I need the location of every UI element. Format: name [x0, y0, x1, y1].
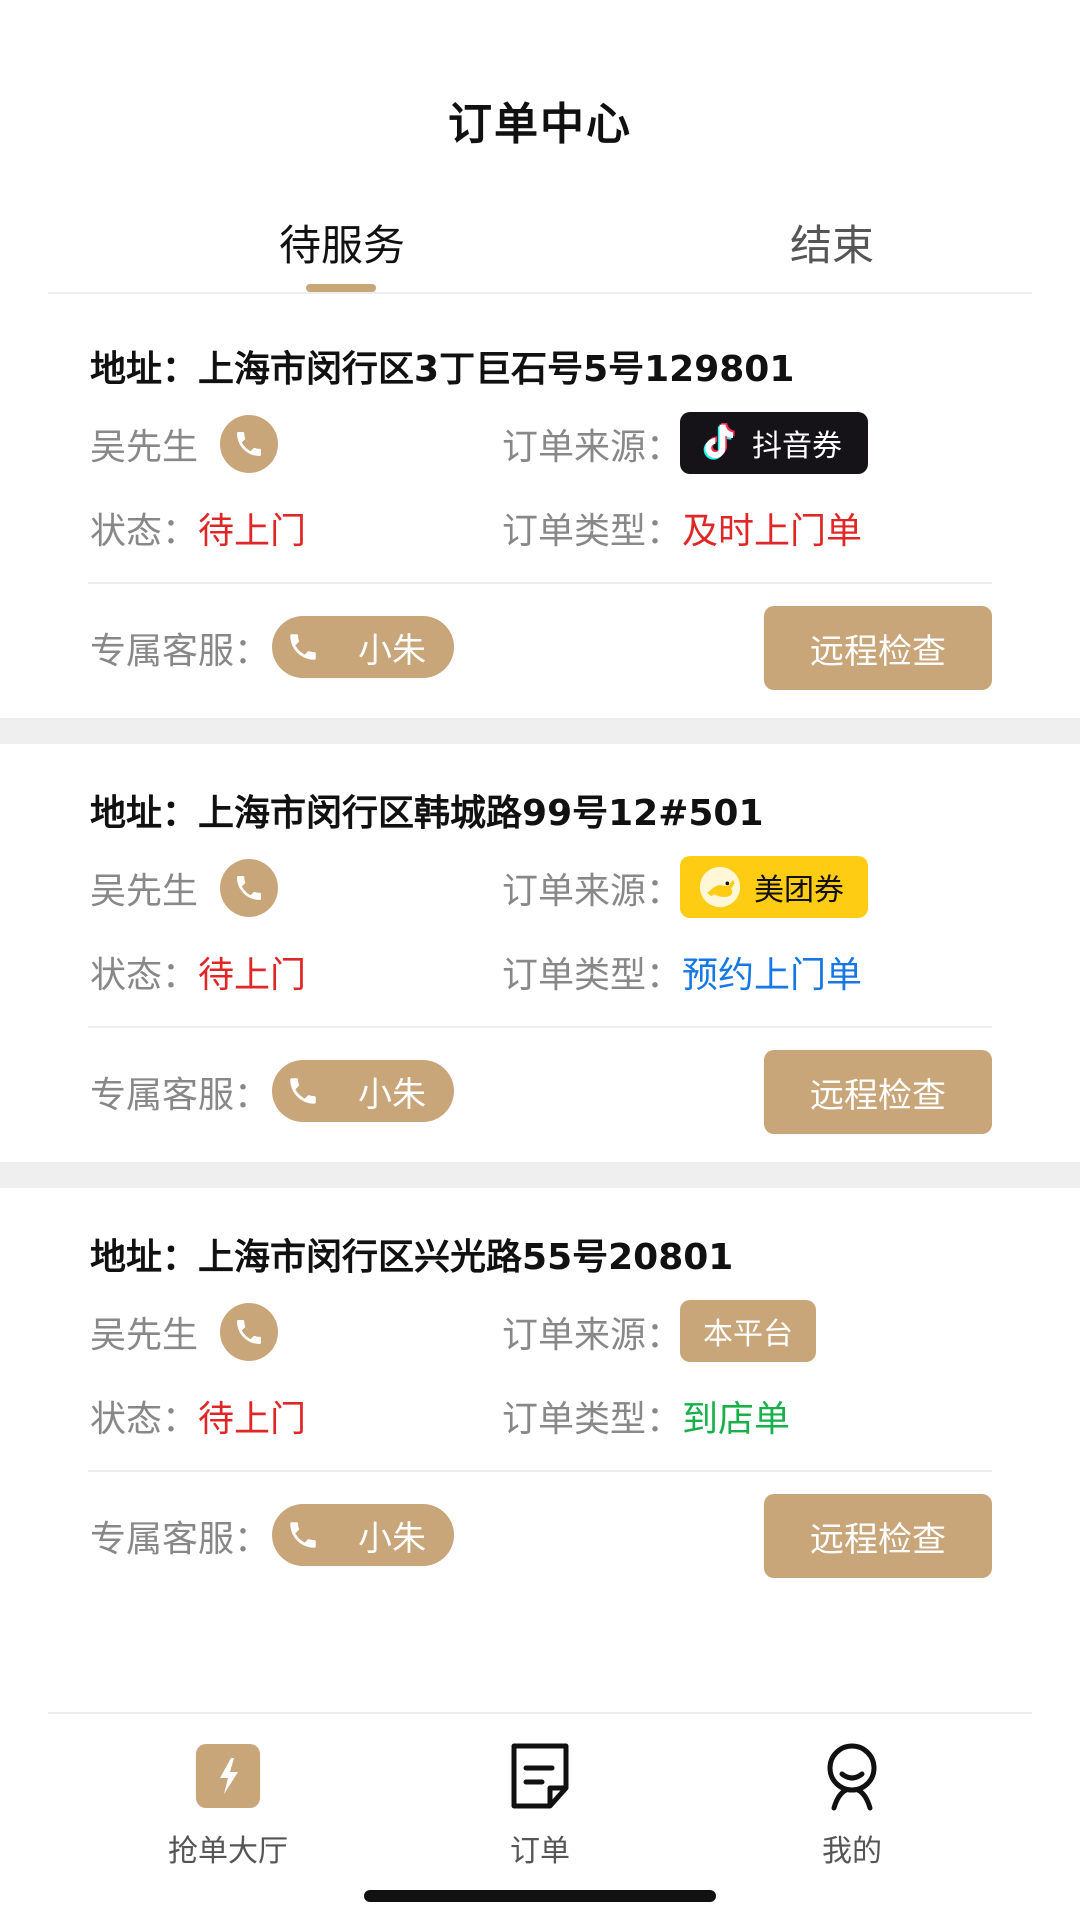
tab-pending[interactable]: 待服务 [192, 212, 492, 273]
source-name: 本平台 [703, 1317, 793, 1352]
type-row: 订单类型：预约上门单 [502, 946, 862, 998]
lightning-icon [196, 1744, 260, 1808]
address-value: 上海市闵行区3丁巨石号5号129801 [198, 349, 795, 390]
address-value: 上海市闵行区韩城路99号12#501 [198, 793, 764, 834]
phone-icon [237, 876, 261, 900]
douyin-logo-icon [703, 423, 735, 460]
status-row: 状态：待上门 [90, 502, 306, 554]
source-label: 订单来源： [502, 871, 683, 912]
customer-name: 吴先生 [90, 427, 199, 468]
phone-icon [290, 634, 316, 660]
type-row: 订单类型：到店单 [502, 1390, 790, 1442]
phone-icon [290, 1078, 316, 1104]
order-document-icon [511, 1743, 569, 1809]
order-address: 地址：上海市闵行区3丁巨石号5号129801 [90, 340, 794, 392]
call-cs-button[interactable]: 小朱 [272, 1504, 454, 1566]
status-value: 待上门 [198, 511, 307, 552]
source-label: 订单来源： [502, 427, 683, 468]
address-value: 上海市闵行区兴光路55号20801 [198, 1237, 734, 1278]
status-value: 待上门 [198, 955, 307, 996]
profile-icon [827, 1743, 877, 1811]
cs-name: 小朱 [358, 1074, 426, 1115]
home-indicator[interactable] [364, 1890, 716, 1902]
call-customer-button[interactable] [220, 415, 278, 473]
call-customer-button[interactable] [220, 859, 278, 917]
remote-check-button[interactable]: 远程检查 [764, 1050, 992, 1134]
cs-label: 专属客服： [90, 631, 271, 672]
status-label: 状态： [90, 511, 199, 552]
address-label: 地址： [90, 1237, 199, 1278]
tab-finished[interactable]: 结束 [682, 212, 982, 273]
status-label: 状态： [90, 955, 199, 996]
cs-label: 专属客服： [90, 1519, 271, 1560]
address-label: 地址： [90, 793, 199, 834]
call-cs-button[interactable]: 小朱 [272, 1060, 454, 1122]
nav-label: 抢单大厅 [168, 1834, 288, 1869]
nav-item-orders[interactable]: 订单 [440, 1740, 640, 1870]
customer-name: 吴先生 [90, 871, 199, 912]
bottom-nav-divider [48, 1712, 1032, 1714]
order-tabs: 待服务 结束 [48, 200, 1032, 294]
status-label: 状态： [90, 1399, 199, 1440]
order-card: 地址：上海市闵行区韩城路99号12#501 吴先生 订单来源： 美团券 状态：待… [0, 744, 1080, 1152]
address-label: 地址： [90, 349, 199, 390]
source-label: 订单来源： [502, 1315, 683, 1356]
type-label: 订单类型： [502, 511, 683, 552]
card-gap [0, 1162, 1080, 1188]
status-row: 状态：待上门 [90, 1390, 306, 1442]
nav-label: 订单 [510, 1834, 570, 1869]
status-row: 状态：待上门 [90, 946, 306, 998]
source-badge-meituan: 美团券 [680, 856, 868, 918]
order-card: 地址：上海市闵行区兴光路55号20801 吴先生 订单来源： 本平台 状态：待上… [0, 1188, 1080, 1596]
type-row: 订单类型：及时上门单 [502, 502, 862, 554]
active-tab-indicator [306, 284, 376, 292]
card-gap [0, 718, 1080, 744]
type-label: 订单类型： [502, 955, 683, 996]
page-title: 订单中心 [448, 99, 632, 150]
order-address: 地址：上海市闵行区兴光路55号20801 [90, 1228, 733, 1280]
card-divider [88, 582, 992, 584]
nav-label: 我的 [822, 1834, 882, 1869]
source-name: 美团券 [754, 873, 844, 908]
order-card: 地址：上海市闵行区3丁巨石号5号129801 吴先生 订单来源： 抖音券 状态：… [0, 300, 1080, 708]
remote-check-button[interactable]: 远程检查 [764, 606, 992, 690]
order-address: 地址：上海市闵行区韩城路99号12#501 [90, 784, 764, 836]
source-badge-platform: 本平台 [680, 1300, 816, 1362]
phone-icon [237, 1320, 261, 1344]
source-name: 抖音券 [752, 429, 842, 464]
phone-icon [290, 1522, 316, 1548]
call-customer-button[interactable] [220, 1303, 278, 1361]
call-cs-button[interactable]: 小朱 [272, 616, 454, 678]
type-value: 及时上门单 [682, 511, 863, 552]
type-value: 到店单 [682, 1399, 791, 1440]
cs-name: 小朱 [358, 1518, 426, 1559]
cs-name: 小朱 [358, 630, 426, 671]
type-value: 预约上门单 [682, 955, 863, 996]
status-value: 待上门 [198, 1399, 307, 1440]
card-divider [88, 1026, 992, 1028]
source-badge-douyin: 抖音券 [680, 412, 868, 474]
nav-item-grab-orders[interactable]: 抢单大厅 [128, 1740, 328, 1870]
card-divider [88, 1470, 992, 1472]
customer-name: 吴先生 [90, 1315, 199, 1356]
type-label: 订单类型： [502, 1399, 683, 1440]
nav-item-profile[interactable]: 我的 [752, 1740, 952, 1870]
meituan-kangaroo-icon [699, 866, 741, 908]
remote-check-button[interactable]: 远程检查 [764, 1494, 992, 1578]
phone-icon [237, 432, 261, 456]
cs-label: 专属客服： [90, 1075, 271, 1116]
